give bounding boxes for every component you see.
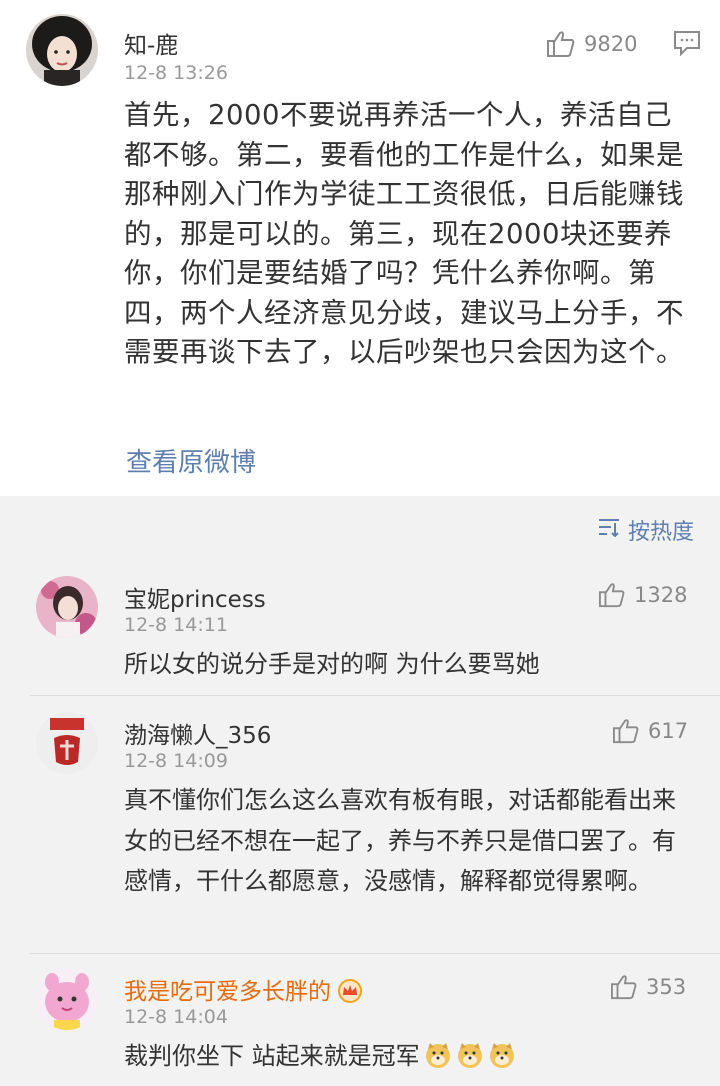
comment-time: 12-8 14:04: [124, 1006, 228, 1028]
reply-text: 真不懂你们怎么这么喜欢有板有眼，对话都能看出来女的已经不想在一起了，养与不养只是…: [124, 786, 676, 895]
user-avatar[interactable]: [36, 968, 98, 1030]
sort-label: 按热度: [627, 520, 694, 545]
thumbs-up-icon: [610, 974, 638, 1000]
reply-text: 所以女的说分手是对的啊 为什么要骂她: [124, 650, 540, 678]
reply-text-line: 裁判你坐下 站起来就是冠军: [124, 1036, 684, 1082]
reply-item: 我是吃可爱多长胖的 12-8 14:04 353 裁判你坐下 站起来就是冠军: [0, 964, 720, 1086]
like-count: 353: [646, 975, 687, 999]
like-button[interactable]: 1328: [598, 582, 687, 608]
comment-time: 12-8 14:09: [124, 750, 228, 772]
like-button[interactable]: 353: [610, 974, 686, 1000]
user-avatar[interactable]: [36, 576, 98, 638]
comment-time: 12-8 13:26: [124, 62, 228, 84]
thumbs-up-icon: [546, 30, 576, 58]
thumbs-up-icon: [598, 582, 626, 608]
user-avatar[interactable]: [26, 14, 98, 86]
user-name[interactable]: 我是吃可爱多长胖的: [124, 972, 363, 1009]
doge-emoji-icon: [456, 1041, 484, 1082]
reply-text: 裁判你坐下 站起来就是冠军: [124, 1042, 420, 1070]
like-button[interactable]: 617: [612, 718, 688, 744]
like-button[interactable]: 9820: [546, 30, 637, 58]
user-name[interactable]: 宝妮princess: [124, 580, 266, 614]
emoji-group: [424, 1041, 516, 1082]
like-count: 1328: [634, 583, 688, 607]
vip-crown-icon: [337, 979, 363, 1009]
sort-icon: [598, 517, 620, 543]
like-count: 9820: [584, 32, 638, 56]
like-count: 617: [648, 719, 689, 743]
user-name[interactable]: 渤海懒人_356: [124, 716, 271, 750]
user-name-text: 我是吃可爱多长胖的: [124, 979, 331, 1005]
comment-time: 12-8 14:11: [124, 614, 228, 636]
thumbs-up-icon: [612, 718, 640, 744]
original-comment-card: 知-鹿 12-8 13:26 9820 首先，2000不要说再养活一个人，养活自…: [0, 0, 720, 496]
divider: [30, 953, 720, 954]
view-original-link[interactable]: 查看原微博: [126, 442, 256, 479]
reply-item: 渤海懒人_356 12-8 14:09 617 真不懂你们怎么这么喜欢有板有眼，…: [0, 708, 720, 953]
reply-icon[interactable]: [673, 30, 701, 60]
doge-emoji-icon: [488, 1041, 516, 1082]
user-avatar[interactable]: [36, 712, 98, 774]
sort-button[interactable]: 按热度: [598, 514, 694, 546]
comment-body: 首先，2000不要说再养活一个人，养活自己都不够。第二，要看他的工作是什么，如果…: [124, 99, 684, 368]
divider: [30, 695, 720, 696]
reply-item: 宝妮princess 12-8 14:11 1328 所以女的说分手是对的啊 为…: [0, 572, 720, 694]
user-name[interactable]: 知-鹿: [124, 26, 178, 60]
doge-emoji-icon: [424, 1041, 452, 1082]
